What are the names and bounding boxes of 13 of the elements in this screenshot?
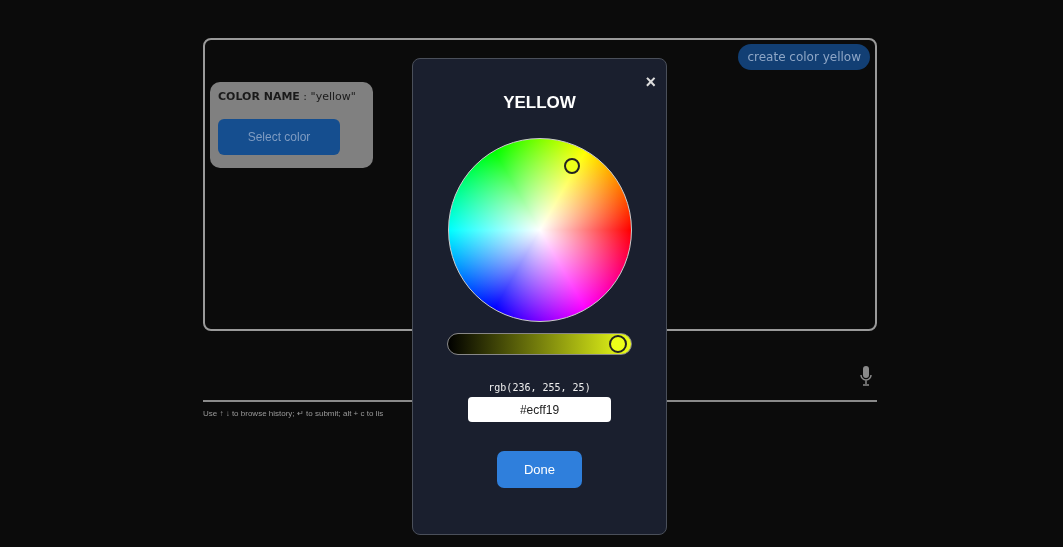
microphone-icon[interactable] xyxy=(860,365,872,386)
color-name-label: COLOR NAME : "yellow" xyxy=(218,90,357,103)
slider-handle[interactable] xyxy=(609,335,628,353)
close-button[interactable]: × xyxy=(643,73,658,91)
brightness-slider[interactable] xyxy=(447,333,632,355)
input-hint: Use ↑ ↓ to browse history; ↵ to submit; alt + c to lis xyxy=(203,409,384,418)
rgb-value: rgb(236, 255, 25) xyxy=(488,382,591,393)
create-color-button[interactable]: create color yellow xyxy=(738,44,870,70)
done-button[interactable]: Done xyxy=(497,451,582,488)
wheel-handle[interactable] xyxy=(563,158,580,174)
select-color-button[interactable]: Select color xyxy=(218,119,340,155)
dialog-title: YELLOW xyxy=(503,93,576,113)
hex-input[interactable]: #ecff19 xyxy=(468,397,611,422)
